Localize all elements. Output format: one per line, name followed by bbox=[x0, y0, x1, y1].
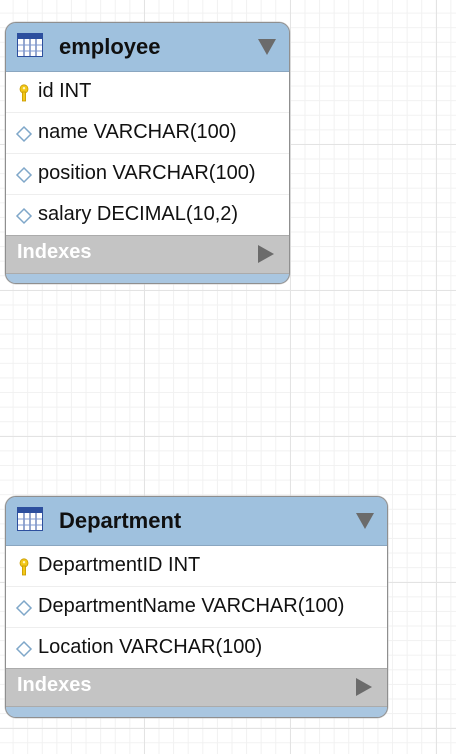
entity-footer bbox=[6, 707, 387, 717]
column-row-position[interactable]: position VARCHAR(100) bbox=[6, 154, 289, 195]
collapse-triangle-icon[interactable] bbox=[258, 39, 276, 55]
indexes-label: Indexes bbox=[17, 241, 92, 263]
column-row-location[interactable]: Location VARCHAR(100) bbox=[6, 628, 387, 668]
column-diamond-icon bbox=[15, 166, 33, 184]
column-text: name VARCHAR(100) bbox=[38, 121, 237, 143]
entity-header[interactable]: Department bbox=[6, 497, 387, 546]
column-diamond-icon bbox=[15, 207, 33, 225]
column-row-salary[interactable]: salary DECIMAL(10,2) bbox=[6, 195, 289, 235]
entity-department[interactable]: Department DepartmentID INT DepartmentNa… bbox=[5, 496, 388, 718]
column-text: Location VARCHAR(100) bbox=[38, 636, 263, 658]
column-list: DepartmentID INT DepartmentName VARCHAR(… bbox=[6, 546, 387, 668]
column-diamond-icon bbox=[15, 640, 33, 658]
expand-triangle-icon[interactable] bbox=[258, 245, 274, 263]
column-row-departmentid[interactable]: DepartmentID INT bbox=[6, 546, 387, 587]
column-text: DepartmentName VARCHAR(100) bbox=[38, 595, 345, 617]
entity-header[interactable]: employee bbox=[6, 23, 289, 72]
column-row-name[interactable]: name VARCHAR(100) bbox=[6, 113, 289, 154]
entity-title: employee bbox=[59, 34, 161, 59]
entity-title: Department bbox=[59, 508, 182, 533]
collapse-triangle-icon[interactable] bbox=[356, 513, 374, 529]
column-text: DepartmentID INT bbox=[38, 554, 201, 576]
column-list: id INT name VARCHAR(100) position VARCHA… bbox=[6, 72, 289, 235]
column-row-id[interactable]: id INT bbox=[6, 72, 289, 113]
column-diamond-icon bbox=[15, 125, 33, 143]
table-icon bbox=[17, 507, 43, 531]
column-diamond-icon bbox=[15, 599, 33, 617]
column-text: salary DECIMAL(10,2) bbox=[38, 203, 239, 225]
entity-employee[interactable]: employee id INT name VARCHAR(100) positi… bbox=[5, 22, 290, 284]
indexes-section[interactable]: Indexes bbox=[6, 668, 387, 707]
expand-triangle-icon[interactable] bbox=[356, 678, 372, 696]
entity-footer bbox=[6, 274, 289, 283]
column-row-departmentname[interactable]: DepartmentName VARCHAR(100) bbox=[6, 587, 387, 628]
indexes-section[interactable]: Indexes bbox=[6, 235, 289, 274]
primary-key-icon bbox=[15, 84, 33, 102]
indexes-label: Indexes bbox=[17, 674, 92, 696]
column-text: id INT bbox=[38, 80, 92, 102]
table-icon bbox=[17, 33, 43, 57]
column-text: position VARCHAR(100) bbox=[38, 162, 256, 184]
primary-key-icon bbox=[15, 558, 33, 576]
